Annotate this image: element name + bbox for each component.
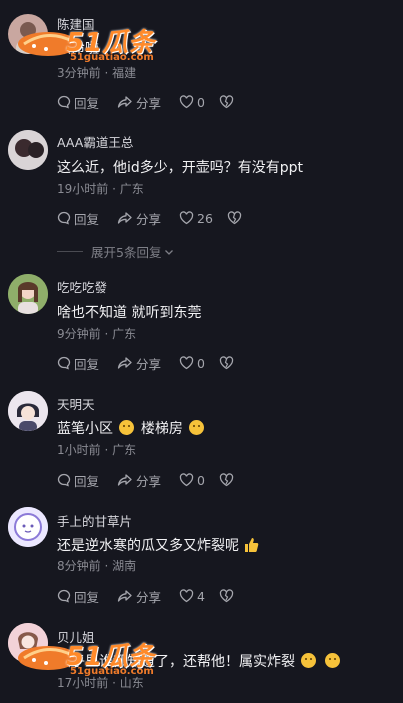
- reply-icon: [57, 211, 71, 225]
- comment-actions: 回复 分享 26: [57, 208, 245, 228]
- share-label: 分享: [136, 211, 162, 227]
- reply-button[interactable]: 回复: [57, 209, 99, 228]
- reply-label: 回复: [74, 95, 100, 111]
- username[interactable]: 手上的甘草片: [57, 511, 132, 530]
- reply-icon: [57, 589, 71, 603]
- comment-meta: 1小时前 · 广东: [57, 443, 137, 457]
- dislike-button[interactable]: [219, 95, 237, 109]
- broken-heart-icon: [219, 356, 234, 370]
- comment-meta: 8分钟前 · 湖南: [57, 559, 137, 573]
- reply-label: 回复: [74, 589, 100, 605]
- heart-icon: [179, 473, 194, 487]
- comment-actions: 回复 分享 4: [57, 586, 237, 606]
- like-button[interactable]: 0: [179, 95, 205, 110]
- chevron-down-icon: [165, 249, 174, 255]
- avatar[interactable]: [8, 274, 48, 314]
- avatar[interactable]: [8, 14, 48, 54]
- comment-actions: 回复 分享 0: [57, 353, 237, 373]
- reply-button[interactable]: 回复: [57, 471, 99, 490]
- like-button[interactable]: 0: [179, 356, 205, 371]
- grin-emoji-icon: [189, 420, 205, 435]
- like-count: 0: [197, 355, 205, 371]
- like-button[interactable]: 0: [179, 473, 205, 488]
- reply-label: 回复: [74, 211, 100, 227]
- reply-button[interactable]: 回复: [57, 354, 99, 373]
- text-part: 蓝笔小区: [57, 421, 113, 437]
- comment-actions: 回复 分享 0: [57, 92, 237, 112]
- reply-icon: [57, 473, 71, 487]
- comment-meta: 17小时前 · 山东: [57, 676, 144, 690]
- share-button[interactable]: 分享: [117, 209, 161, 228]
- dislike-button[interactable]: [227, 211, 245, 225]
- share-label: 分享: [136, 589, 162, 605]
- text-part: 楼梯房: [140, 421, 183, 437]
- comment-text: 圈子里谁都知道了，还帮他！属实炸裂: [57, 651, 342, 671]
- username[interactable]: 贝儿姐: [57, 627, 95, 646]
- heart-icon: [179, 589, 194, 603]
- heart-icon: [179, 356, 194, 370]
- share-button[interactable]: 分享: [117, 354, 161, 373]
- reply-label: 回复: [74, 356, 100, 372]
- avatar[interactable]: [8, 507, 48, 547]
- share-button[interactable]: 分享: [117, 587, 161, 606]
- comment-meta: 3分钟前 · 福建: [57, 66, 137, 80]
- broken-heart-icon: [227, 211, 242, 225]
- like-button[interactable]: 4: [179, 589, 205, 604]
- expand-replies-button[interactable]: 展开5条回复: [57, 242, 175, 261]
- grin-emoji-icon: [119, 420, 135, 435]
- comment-text: 这么近，他id多少，开壶吗？有没有ppt: [57, 160, 304, 176]
- text-part: 圈子里谁都知道了，还帮他！属实炸裂: [57, 654, 295, 670]
- share-button[interactable]: 分享: [117, 93, 161, 112]
- username[interactable]: 吃吃吃發: [57, 277, 107, 296]
- username[interactable]: AAA霸道王总: [57, 132, 133, 151]
- laugh-cry-emoji-icon: [301, 653, 317, 668]
- share-icon: [117, 357, 132, 369]
- broken-heart-icon: [219, 589, 234, 603]
- comment-text: 还是逆水寒的瓜又多又炸裂呢: [57, 535, 259, 555]
- comment-meta: 19小时前 · 广东: [57, 182, 144, 196]
- expand-replies-label: 展开5条回复: [91, 245, 162, 260]
- heart-icon: [179, 211, 194, 225]
- share-label: 分享: [136, 356, 162, 372]
- comment-text: 啥也不知道 就听到东莞: [57, 305, 202, 321]
- share-icon: [117, 212, 132, 224]
- like-count: 4: [197, 588, 205, 604]
- like-count: 26: [197, 210, 213, 226]
- comment-meta: 9分钟前 · 广东: [57, 327, 137, 341]
- comment-text: 救命啦: [57, 41, 99, 57]
- laugh-cry-emoji-icon: [324, 653, 340, 668]
- thumbs-up-icon: [245, 538, 259, 552]
- share-label: 分享: [136, 95, 162, 111]
- share-button[interactable]: 分享: [117, 471, 161, 490]
- comment-actions: 回复 分享 0: [57, 470, 237, 490]
- share-icon: [117, 590, 132, 602]
- dislike-button[interactable]: [219, 589, 237, 603]
- heart-icon: [179, 95, 194, 109]
- reply-label: 回复: [74, 473, 100, 489]
- dislike-button[interactable]: [219, 473, 237, 487]
- share-icon: [117, 474, 132, 486]
- comment-text: 蓝笔小区 楼梯房: [57, 418, 206, 438]
- reply-button[interactable]: 回复: [57, 587, 99, 606]
- reply-icon: [57, 356, 71, 370]
- avatar[interactable]: [8, 391, 48, 431]
- reply-button[interactable]: 回复: [57, 93, 99, 112]
- like-button[interactable]: 26: [179, 211, 213, 226]
- broken-heart-icon: [219, 95, 234, 109]
- broken-heart-icon: [219, 473, 234, 487]
- avatar[interactable]: [8, 130, 48, 170]
- like-count: 0: [197, 94, 205, 110]
- text-part: 还是逆水寒的瓜又多又炸裂呢: [57, 538, 239, 554]
- share-icon: [117, 96, 132, 108]
- like-count: 0: [197, 472, 205, 488]
- username[interactable]: 天明天: [57, 394, 95, 413]
- avatar[interactable]: [8, 623, 48, 663]
- share-label: 分享: [136, 473, 162, 489]
- username[interactable]: 陈建国: [57, 14, 95, 33]
- dislike-button[interactable]: [219, 356, 237, 370]
- divider: [57, 251, 83, 252]
- reply-icon: [57, 95, 71, 109]
